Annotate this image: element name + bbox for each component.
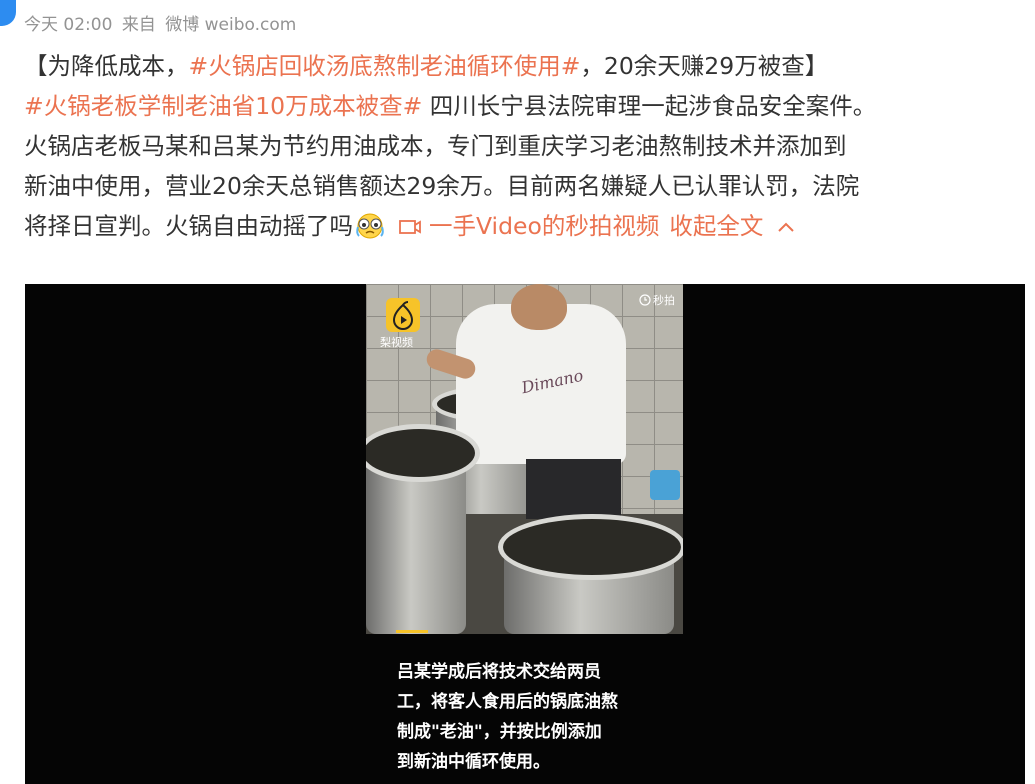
topic-link-2[interactable]: #火锅老板学制老油省10万成本被查#	[24, 92, 422, 120]
man-head	[511, 284, 567, 330]
video-caption: 吕某学成后将技术交给两员 工，将客人食用后的锅底油熬 制成"老油"，并按比例添加…	[397, 657, 687, 777]
caption-line: 到新油中循环使用。	[397, 752, 550, 772]
clock-icon	[639, 294, 651, 306]
logo-label: 梨视频	[380, 336, 413, 349]
post-time[interactable]: 今天 02:00	[24, 15, 112, 35]
miaopai-badge-label: 秒拍	[653, 294, 675, 307]
man-pants	[526, 459, 621, 519]
video-icon	[397, 209, 423, 234]
post-line-3: 火锅店老板马某和吕某为节约用油成本，专门到重庆学习老油熬制技术并添加到	[24, 132, 847, 160]
video-link-label: 一手Video的秒拍视频	[429, 212, 660, 240]
collapse-button[interactable]: 收起全文	[669, 212, 797, 240]
collapse-label: 收起全文	[669, 212, 764, 240]
post-text: 【为降低成本，#火锅店回收汤底熬制老油循环使用#，20余天赚29万被查】 #火锅…	[24, 46, 1029, 246]
post-line-1: 【为降低成本，#火锅店回收汤底熬制老油循环使用#，20余天赚29万被查】	[24, 46, 1029, 86]
post-line-2-text: 四川长宁县法院审理一起涉食品安全案件。	[422, 92, 877, 120]
post-line-4: 新油中使用，营业20余天总销售额达29余万。目前两名嫌疑人已认罪认罚，法院	[24, 172, 860, 200]
video-progress[interactable]	[396, 630, 428, 633]
post-meta: 今天 02:00 来自 微博 weibo.com	[24, 10, 300, 35]
video-player[interactable]: Dimano 梨视频 秒拍 吕某学成后将技术交给两员 工，将客人食用后的锅底油熬…	[25, 284, 1025, 784]
post-source[interactable]: 微博 weibo.com	[165, 15, 296, 35]
video-frame[interactable]: Dimano 梨视频 秒拍	[366, 284, 683, 634]
caption-line: 吕某学成后将技术交给两员	[397, 662, 601, 682]
topic-link-1[interactable]: #火锅店回收汤底熬制老油循环使用#	[189, 52, 581, 80]
caption-line: 制成"老油"，并按比例添加	[397, 722, 602, 742]
headline-open: 【为降低成本，	[24, 52, 189, 80]
tear-face-icon	[353, 211, 387, 239]
pear-video-logo-icon	[386, 298, 420, 332]
avatar[interactable]	[0, 0, 16, 26]
caption-line: 工，将客人食用后的锅底油熬	[397, 692, 618, 712]
post-line-2: #火锅老板学制老油省10万成本被查# 四川长宁县法院审理一起涉食品安全案件。	[24, 86, 1029, 126]
blue-bucket	[650, 470, 680, 500]
post-line-5-text: 将择日宣判。火锅自由动摇了吗	[24, 212, 353, 240]
source-prefix: 来自	[121, 15, 156, 35]
post-line-5: 将择日宣判。火锅自由动摇了吗 一手Video的秒拍视频 收起全文	[24, 206, 1029, 246]
front-pot-rim	[498, 514, 683, 580]
chevron-up-icon	[775, 207, 797, 232]
video-link[interactable]: 一手Video的秒拍视频	[397, 212, 659, 240]
miaopai-badge: 秒拍	[639, 292, 675, 308]
headline-rest: ，20余天赚29万被查】	[580, 52, 829, 80]
